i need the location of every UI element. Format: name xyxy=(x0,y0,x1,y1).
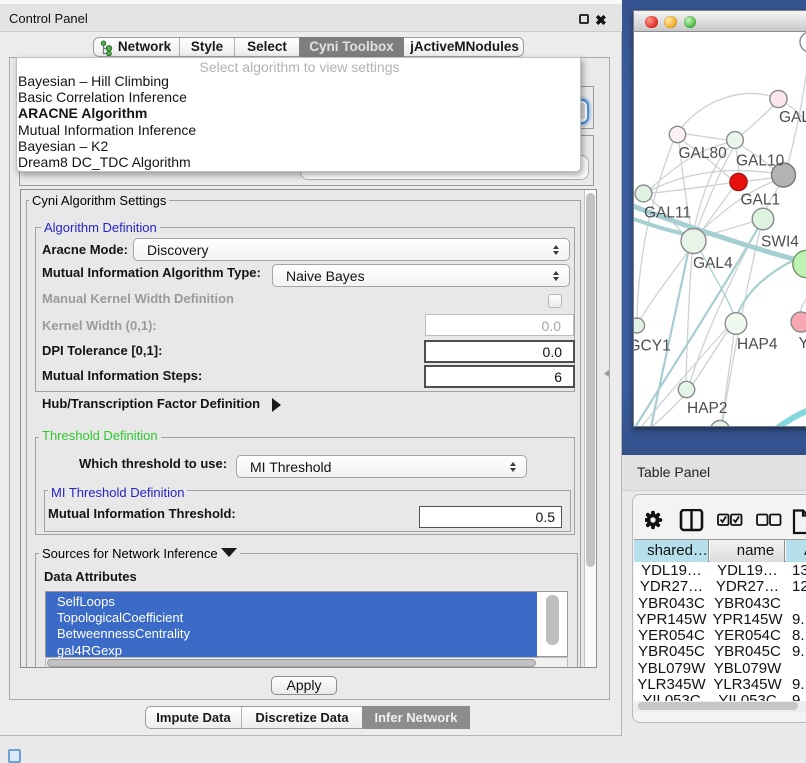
svg-text:GAL7: GAL7 xyxy=(779,109,806,126)
svg-text:GCY1: GCY1 xyxy=(634,338,671,355)
svg-text:Y: Y xyxy=(799,335,806,352)
svg-text:GAL4: GAL4 xyxy=(693,255,733,272)
svg-text:GAL10: GAL10 xyxy=(736,153,785,170)
svg-text:GAL1: GAL1 xyxy=(741,192,781,209)
svg-text:GAL80: GAL80 xyxy=(679,145,728,162)
svg-text:GAL11: GAL11 xyxy=(644,205,691,222)
svg-text:HAP2: HAP2 xyxy=(687,400,728,417)
svg-text:HAP4: HAP4 xyxy=(737,336,778,353)
svg-text:SWI4: SWI4 xyxy=(761,234,799,251)
